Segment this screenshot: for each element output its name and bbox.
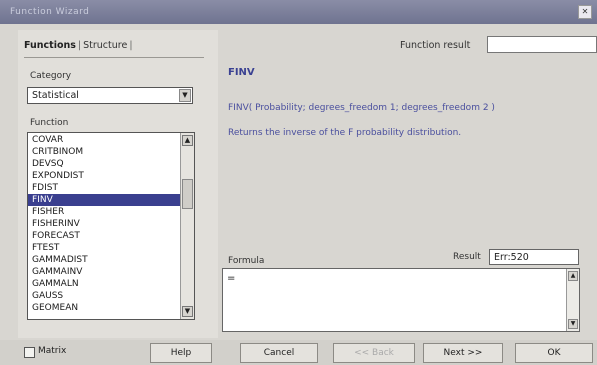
scroll-up-icon[interactable]: ▲ <box>182 135 193 146</box>
scroll-down-icon[interactable]: ▼ <box>182 306 193 317</box>
tab-divider <box>24 57 204 58</box>
formula-input[interactable]: = ▲ ▼ <box>222 268 580 332</box>
matrix-label: Matrix <box>38 346 67 356</box>
scroll-thumb[interactable] <box>182 179 193 209</box>
list-item[interactable]: FORECAST <box>32 230 80 242</box>
chevron-down-icon[interactable]: ▼ <box>179 89 191 102</box>
function-description: Returns the inverse of the F probability… <box>228 128 462 138</box>
list-item[interactable]: DEVSQ <box>32 158 64 170</box>
result-label: Result <box>453 252 481 262</box>
next-button[interactable]: Next >> <box>423 343 503 363</box>
formula-value: = <box>227 273 236 284</box>
tab-functions[interactable]: Functions <box>24 40 76 51</box>
window-title: Function Wizard <box>10 7 90 17</box>
list-item[interactable]: GAMMALN <box>32 278 79 290</box>
list-item[interactable]: GEOMEAN <box>32 302 78 314</box>
back-button[interactable]: << Back <box>333 343 415 363</box>
scroll-up-icon[interactable]: ▲ <box>568 271 578 281</box>
function-syntax: FINV( Probability; degrees_freedom 1; de… <box>228 103 495 113</box>
list-item[interactable]: FTEST <box>32 242 59 254</box>
tab-separator: | <box>77 40 82 51</box>
list-item[interactable]: COVAR <box>32 134 63 146</box>
list-item[interactable]: GAMMADIST <box>32 254 88 266</box>
function-list[interactable]: COVAR CRITBINOM DEVSQ EXPONDIST FDIST FI… <box>27 132 195 320</box>
selected-function-label: FINV <box>32 195 53 205</box>
title-bar[interactable]: Function Wizard ✕ <box>0 0 597 24</box>
scroll-down-icon[interactable]: ▼ <box>568 319 578 329</box>
category-select[interactable]: Statistical ▼ <box>27 87 193 104</box>
close-icon[interactable]: ✕ <box>578 5 592 19</box>
result-value: Err:520 <box>494 252 529 263</box>
cancel-button[interactable]: Cancel <box>240 343 318 363</box>
tab-separator-end: | <box>129 40 133 51</box>
list-item[interactable]: EXPONDIST <box>32 170 84 182</box>
category-value: Statistical <box>32 90 79 101</box>
tab-structure[interactable]: Structure <box>83 40 127 51</box>
function-result-label: Function result <box>400 40 471 51</box>
list-item[interactable]: GAUSS <box>32 290 63 302</box>
formula-label: Formula <box>228 256 265 266</box>
function-name: FINV <box>228 67 255 78</box>
tab-bar: Functions | Structure | <box>24 40 135 51</box>
help-button[interactable]: Help <box>150 343 212 363</box>
category-label: Category <box>30 71 72 81</box>
ok-button[interactable]: OK <box>515 343 593 363</box>
matrix-checkbox[interactable] <box>24 347 35 358</box>
function-label: Function <box>30 118 69 128</box>
list-item[interactable]: FDIST <box>32 182 58 194</box>
list-item[interactable]: FISHER <box>32 206 64 218</box>
formula-scrollbar[interactable]: ▲ ▼ <box>566 269 579 331</box>
function-result-field <box>487 36 597 53</box>
list-item[interactable]: CRITBINOM <box>32 146 83 158</box>
result-field: Err:520 <box>489 249 579 265</box>
function-list-scrollbar[interactable]: ▲ ▼ <box>180 133 194 319</box>
list-item[interactable]: FISHERINV <box>32 218 80 230</box>
list-item[interactable]: GAMMAINV <box>32 266 82 278</box>
list-item-selected[interactable]: FINV <box>28 194 180 206</box>
